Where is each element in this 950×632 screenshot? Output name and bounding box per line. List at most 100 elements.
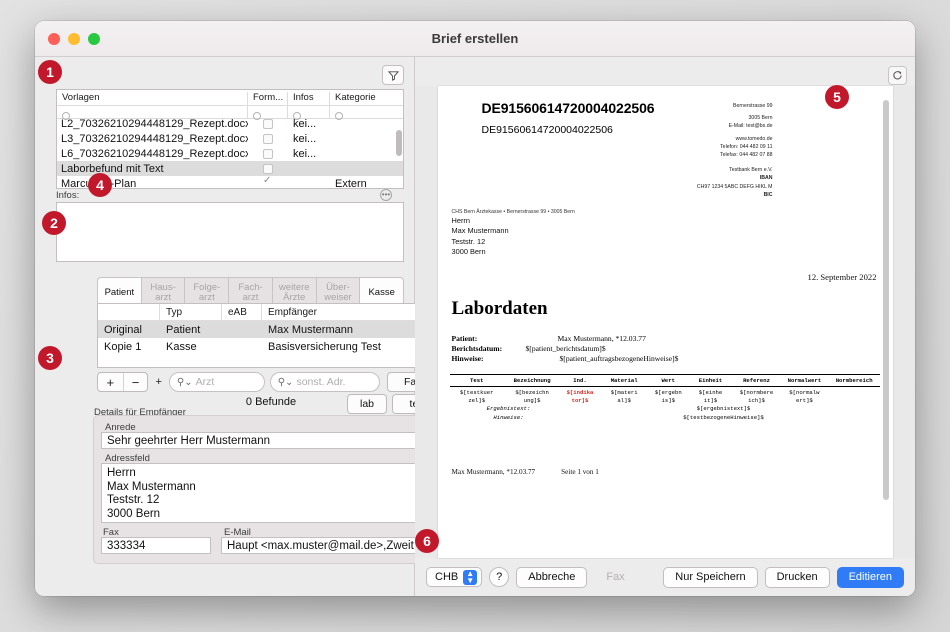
bank-iban-label: IBAN <box>759 175 773 182</box>
checkbox-empty-icon <box>263 118 273 129</box>
template-name: L3_70326210294448129_Rezept.docx <box>61 132 248 145</box>
table-row[interactable]: L3_70326210294448129_Rezept.docx kei... <box>57 131 403 146</box>
action-bar: CHB ▲ ▼ ? Abbreche Fax Nur Speichern Druc… <box>415 558 915 596</box>
td-normbereich-2 <box>829 397 880 404</box>
recipient-typ: Kasse <box>166 340 197 353</box>
filter-button[interactable] <box>382 65 404 85</box>
doc-field-value: $[patient_berichtsdatum]$ <box>525 344 606 354</box>
chb-select[interactable]: CHB ▲ ▼ <box>426 567 483 587</box>
fax-input[interactable]: 333334 <box>101 537 211 554</box>
table-row-selected[interactable]: Laborbefund mit Text <box>57 161 403 176</box>
template-name: Laborbefund mit Text <box>61 162 164 175</box>
doc-table-subrow-hinweise: Hinweise: $[testbezogeneHinweise]$ <box>450 413 880 422</box>
remove-recipient-button[interactable]: − <box>122 373 148 391</box>
templates-scrollbar-thumb[interactable] <box>396 130 402 156</box>
contact-city: 3005 Bern <box>748 115 773 122</box>
template-name: L6_70326210294448129_Rezept.docx <box>61 147 248 160</box>
document-preview-scroller[interactable]: DE91560614720004022506 DE915606147200040… <box>415 86 915 558</box>
document-page: DE91560614720004022506 DE915606147200040… <box>437 86 893 558</box>
infos-textarea[interactable] <box>56 202 404 262</box>
doc-field-key: Hinweise: <box>451 354 484 364</box>
td-ind-1: $[indika <box>566 389 594 397</box>
help-button[interactable]: ? <box>489 567 510 587</box>
template-kategorie: Extern <box>335 177 367 189</box>
doc-table-subrow-ergebnistext: Ergebnistext: $[ergebnistext]$ <box>450 404 880 413</box>
templates-header-row: Vorlagen Form... Infos Kategorie <box>57 90 403 106</box>
column-header-vorlagen[interactable]: Vorlagen <box>57 92 248 105</box>
arzt-search-field[interactable]: ⚲⌄ Arzt <box>168 372 265 392</box>
search-icon: ⚲⌄ <box>176 376 193 388</box>
th-material: Material <box>610 377 638 384</box>
infos-more-button[interactable]: ••• <box>380 189 392 201</box>
column-header-kategorie[interactable]: Kategorie <box>330 92 398 105</box>
td-referenz-1: $[normbere <box>739 389 774 397</box>
subrow-value: $[testbezogeneHinweise]$ <box>683 414 764 422</box>
search-icon: ⚲⌄ <box>277 376 294 388</box>
td-normbereich-1 <box>829 389 880 396</box>
callout-badge-4: 4 <box>88 173 112 197</box>
doc-field-berichtsdatum: Berichtsdatum: $[patient_berichtsdatum]$ <box>452 344 679 354</box>
adressfeld-input[interactable]: Herrn Max Mustermann Teststr. 12 3000 Be… <box>101 463 440 523</box>
th-einheit: Einheit <box>698 377 723 384</box>
doc-table-row-line2: zel]$ ung]$ tor]$ al]$ is]$ it]$ ich]$ e… <box>450 397 880 404</box>
infos-label: Infos: <box>56 190 80 201</box>
template-form-checkbox[interactable] <box>248 133 288 144</box>
doc-recipient-address: Herrn Max Mustermann Teststr. 12 3000 Be… <box>451 216 509 257</box>
column-header-infos[interactable]: Infos <box>288 92 330 105</box>
add-more-button[interactable]: + <box>153 376 163 388</box>
anrede-input[interactable]: Sehr geehrter Herr Mustermann <box>101 432 440 449</box>
doc-table-row-line1: $[testkuer $[bezeichn $[indika $[materi … <box>450 387 880 396</box>
window-titlebar: Brief erstellen <box>35 21 915 57</box>
subrow-label: Ergebnistext: <box>486 405 531 413</box>
cancel-button[interactable]: Abbreche <box>516 566 588 588</box>
doc-field-hinweise: Hinweise: $[patient_auftragsbezogeneHinw… <box>452 354 679 364</box>
table-row[interactable]: L6_70326210294448129_Rezept.docx kei... <box>57 146 403 161</box>
checkbox-empty-icon <box>263 148 273 159</box>
contact-phone: Telefon: 044 482 09 11 <box>720 143 773 150</box>
fax-button: Fax <box>606 571 625 583</box>
table-row-selected[interactable]: Original Patient Max Mustermann <box>98 321 444 338</box>
template-form-checkbox[interactable] <box>248 148 288 159</box>
sonst-adr-search-field[interactable]: ⚲⌄ sonst. Adr. <box>269 372 380 392</box>
doc-sender-line: CHS Bern Ärztekasse • Bernerstrasse 99 •… <box>451 209 575 215</box>
document-scrollbar-thumb[interactable] <box>882 100 889 500</box>
chevron-up-down-icon: ▲ ▼ <box>463 569 478 585</box>
print-button[interactable]: Drucken <box>764 566 830 588</box>
footer-patient: Max Mustermann, *12.03.77 <box>451 468 536 476</box>
recipient-controls: + − + ⚲⌄ Arzt ⚲⌄ sonst. Adr. Fam. <box>97 372 445 392</box>
column-header-blank <box>98 304 160 320</box>
subrow-value: $[ergebnistext]$ <box>696 405 751 413</box>
recipients-table[interactable]: Typ eAB Empfänger Original Patient Max M… <box>97 303 445 368</box>
checkbox-checked-icon <box>263 175 273 189</box>
table-row[interactable]: Kopie 1 Kasse Basisversicherung Test <box>98 338 444 355</box>
doc-heading: Labordaten <box>451 298 548 319</box>
footer-page: Seite 1 von 1 <box>561 468 599 476</box>
recipient-copy: Kopie 1 <box>104 340 142 353</box>
template-name: L2_70326210294448129_Rezept.docx <box>61 117 248 130</box>
doc-field-patient: Patient: Max Mustermann, *12.03.77 <box>452 334 679 344</box>
lab-button[interactable]: lab <box>347 394 387 414</box>
column-header-eab[interactable]: eAB <box>222 304 262 320</box>
column-header-form[interactable]: Form... <box>248 92 288 105</box>
recipients-header-row: Typ eAB Empfänger <box>98 304 444 321</box>
recipient-typ: Patient <box>166 323 201 336</box>
email-input[interactable]: Haupt <max.muster@mail.de>,Zweit <m.must… <box>221 537 440 554</box>
doc-results-table: Test Bezeichnung Ind. Material Wert Einh… <box>449 374 880 422</box>
template-infos: kei... <box>293 147 317 160</box>
doc-table-header: Test Bezeichnung Ind. Material Wert Einh… <box>450 375 880 386</box>
save-only-button[interactable]: Nur Speichern <box>663 566 758 588</box>
column-header-typ[interactable]: Typ <box>160 304 222 320</box>
edit-button[interactable]: Editieren <box>836 566 904 588</box>
template-form-checkbox[interactable] <box>248 118 288 129</box>
template-form-checkbox[interactable] <box>248 175 288 189</box>
refresh-button[interactable] <box>888 66 907 85</box>
templates-table[interactable]: Vorlagen Form... Infos Kategorie L2_7032… <box>56 89 404 189</box>
table-row[interactable]: L2_70326210294448129_Rezept.docx kei... <box>57 116 403 131</box>
template-form-checkbox[interactable] <box>248 163 288 174</box>
chb-select-value: CHB <box>435 571 459 583</box>
refresh-icon <box>893 71 902 80</box>
contact-street: Bernerstrasse 99 <box>732 103 773 109</box>
doc-iban-heading: DE91560614720004022506 <box>481 100 655 116</box>
doc-contact-block: Bernerstrasse 99 3005 Bern E-Mail: test@… <box>653 102 773 159</box>
add-recipient-button[interactable]: + <box>98 373 123 391</box>
